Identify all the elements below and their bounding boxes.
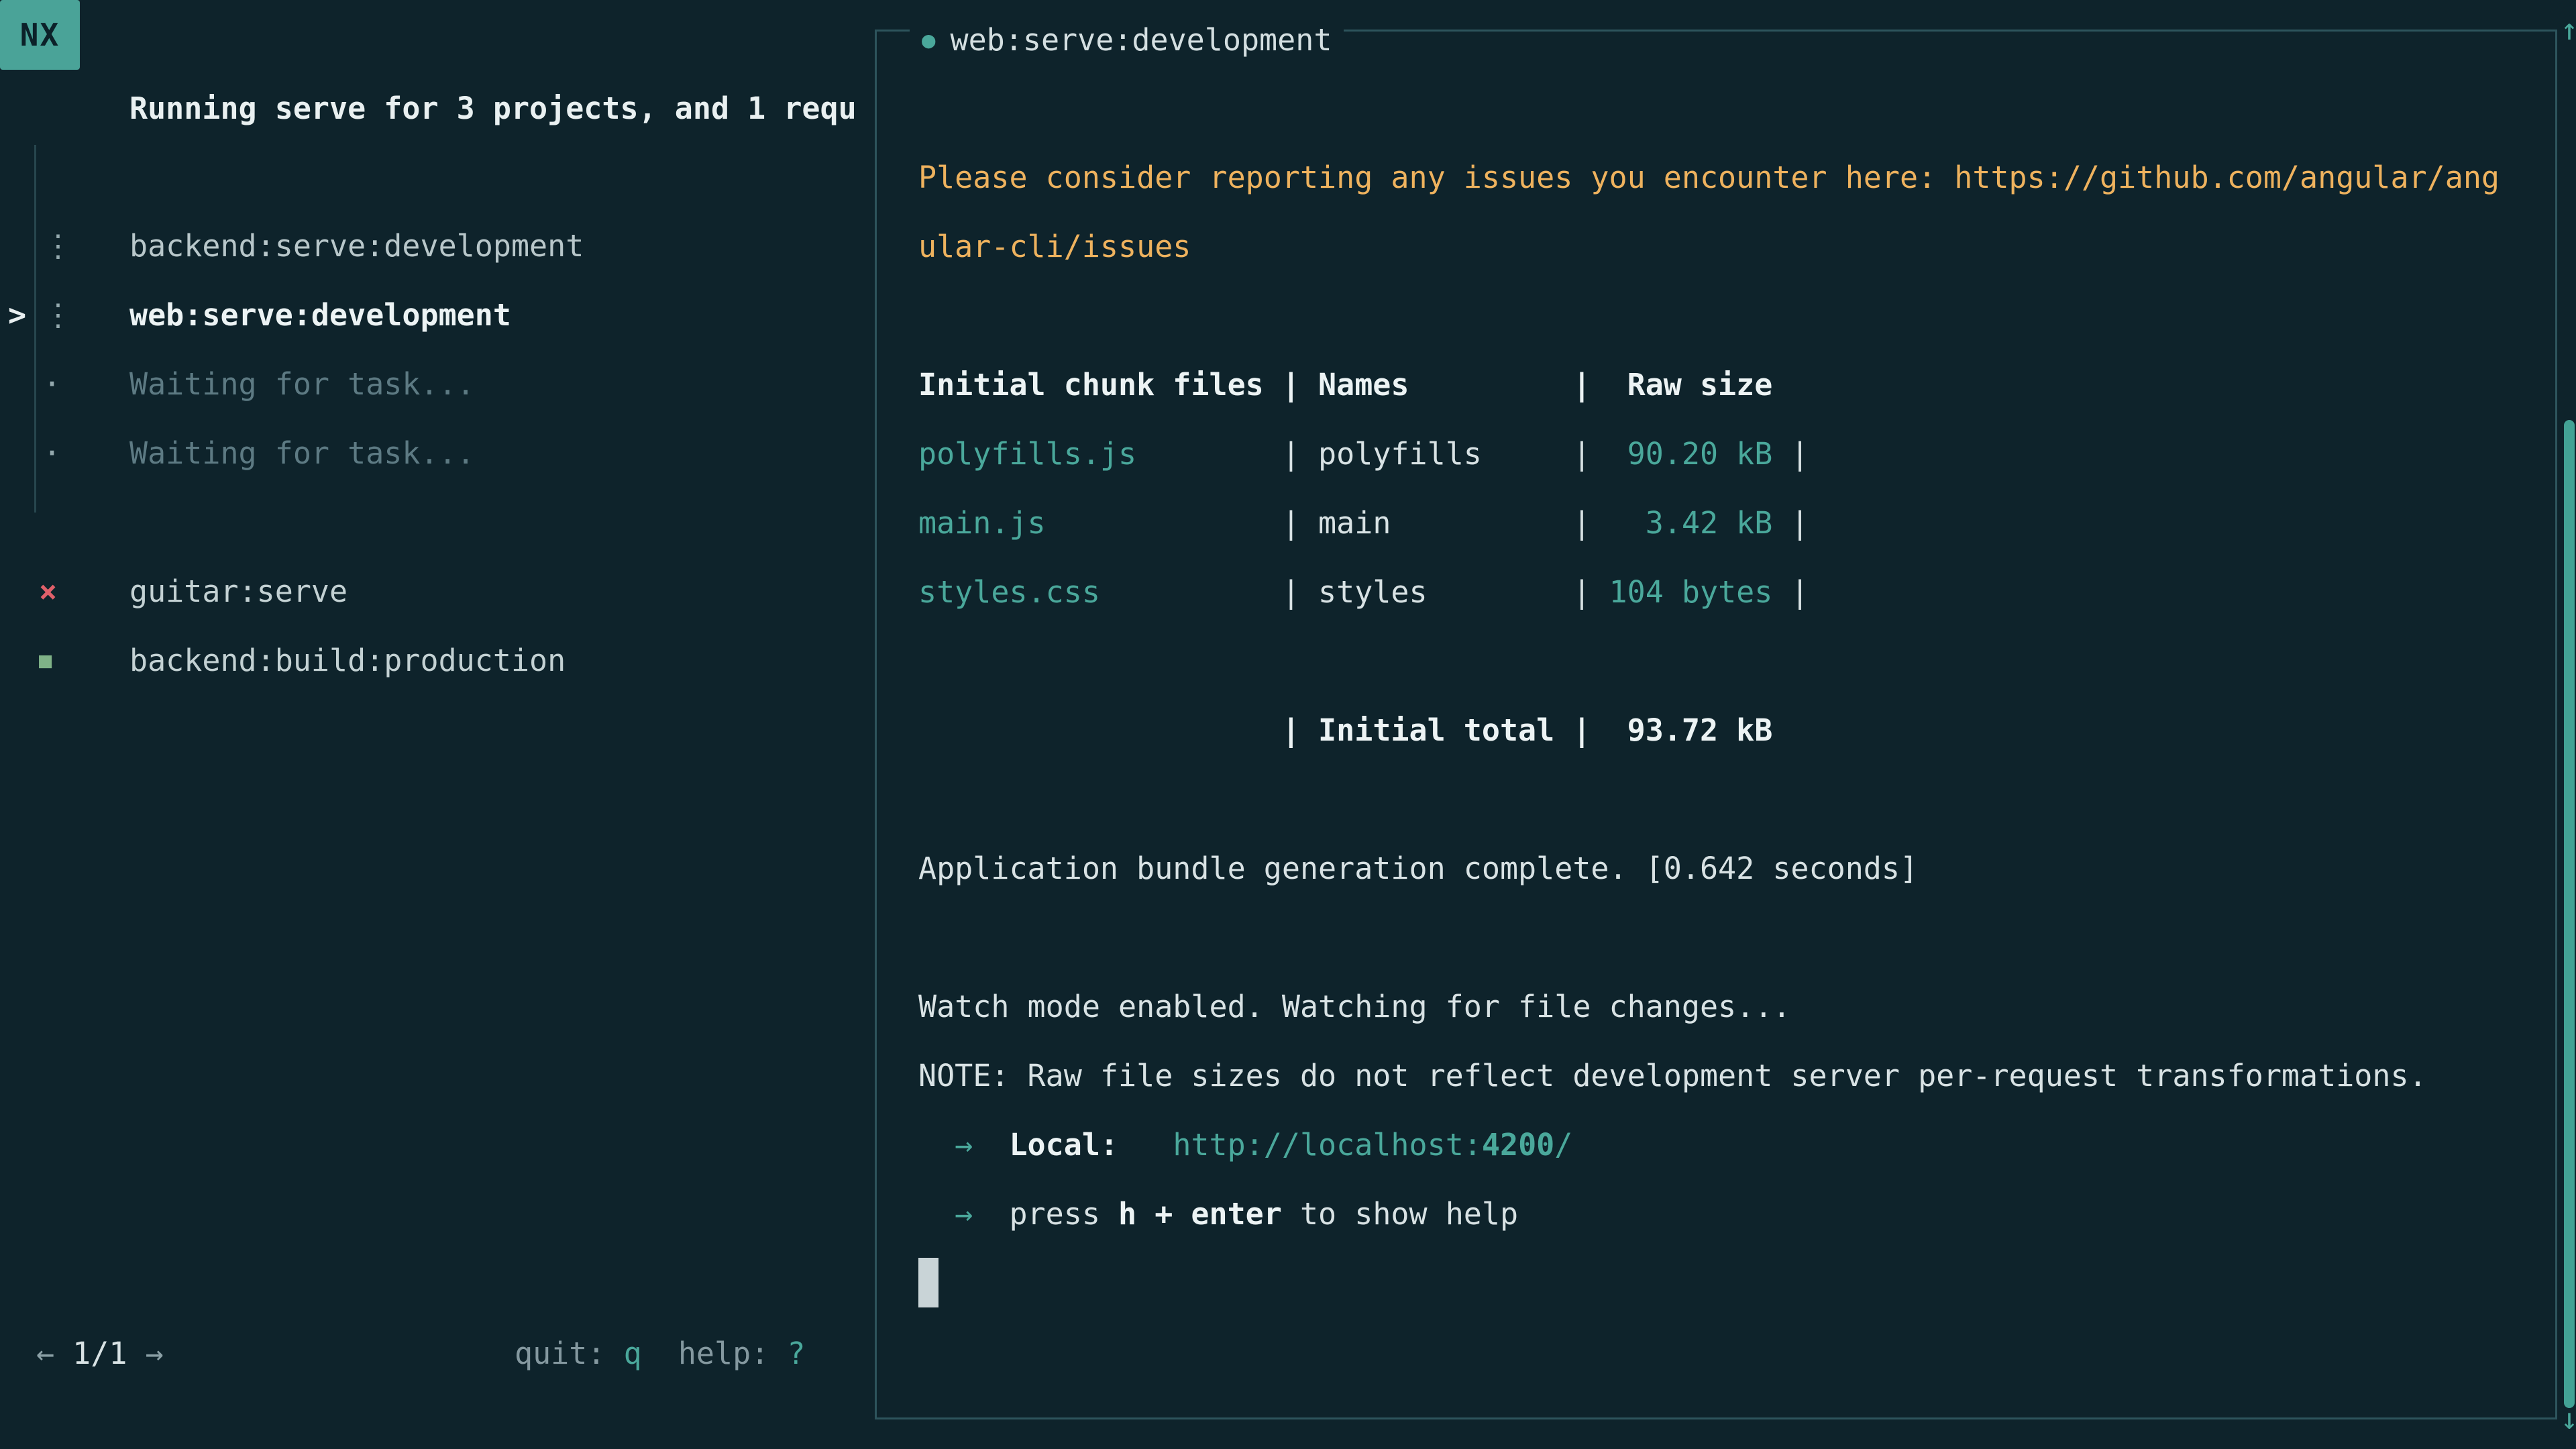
hotkey-hints: quit: q help: ?	[515, 1319, 806, 1388]
issue-report-notice-line-2[interactable]: ular-cli/issues	[918, 212, 2548, 281]
chunk-file-name: polyfills.js	[918, 436, 1282, 472]
terminal-output: Please consider reporting any issues you…	[918, 143, 2548, 1318]
initial-total-row: | Initial total | 93.72 kB	[918, 696, 2548, 765]
task-label: Waiting for task...	[129, 419, 475, 488]
help-press-text: press	[1009, 1196, 1118, 1232]
terminal-title-text: web:serve:development	[950, 22, 1332, 58]
terminal-panel-title: ● web:serve:development	[910, 17, 1344, 59]
chunk-table-row-main: main.js | main | 3.42 kB |	[918, 488, 2548, 557]
bundle-complete-message: Application bundle generation complete. …	[918, 834, 2548, 903]
blank-line	[918, 281, 2548, 350]
table-pad	[918, 712, 1282, 748]
pager-page-indicator: 1/1	[54, 1336, 145, 1371]
issue-report-notice-line-1[interactable]: Please consider reporting any issues you…	[918, 143, 2548, 212]
help-rest-text: to show help	[1282, 1196, 1518, 1232]
local-url-slash: /	[1554, 1127, 1572, 1163]
chunk-raw-size: 104 bytes	[1609, 574, 1773, 610]
chunk-file-name: styles.css	[918, 574, 1282, 610]
raw-size-note: NOTE: Raw file sizes do not reflect deve…	[918, 1041, 2548, 1110]
table-separator: | polyfills |	[1282, 436, 1609, 472]
chunk-table-row-polyfills: polyfills.js | polyfills | 90.20 kB |	[918, 419, 2548, 488]
stopped-square-icon: ■	[39, 626, 52, 695]
task-list: ⋮ backend:serve:development >⋮ web:serve:d…	[0, 211, 872, 488]
nx-logo: NX	[0, 0, 80, 70]
help-hint-line: → press h + enter to show help	[918, 1179, 2548, 1248]
task-label: backend:serve:development	[129, 211, 584, 280]
task-row-backend-serve-development[interactable]: ⋮ backend:serve:development	[0, 211, 872, 280]
table-separator: |	[1772, 505, 1809, 541]
running-dot-icon: ●	[922, 27, 935, 54]
table-separator: | main |	[1282, 505, 1609, 541]
waiting-dot-icon: ·	[43, 419, 61, 488]
task-row-waiting-1[interactable]: · Waiting for task...	[0, 350, 872, 419]
quit-label: quit:	[515, 1336, 624, 1371]
task-row-waiting-2[interactable]: · Waiting for task...	[0, 419, 872, 488]
chunk-table-row-styles: styles.css | styles | 104 bytes |	[918, 557, 2548, 627]
prompt-arrow-icon: →	[918, 1127, 1009, 1163]
help-key: ?	[787, 1336, 805, 1371]
task-label: guitar:serve	[129, 557, 347, 626]
task-label: web:serve:development	[129, 280, 511, 350]
pager: ← 1/1 →	[36, 1319, 164, 1388]
initial-total-text: | Initial total | 93.72 kB	[1282, 712, 1773, 748]
table-separator: |	[1772, 436, 1809, 472]
task-row-guitar-serve[interactable]: × guitar:serve	[0, 557, 872, 626]
scroll-down-icon[interactable]: ↓	[2556, 1396, 2576, 1443]
pager-right-arrow[interactable]: →	[146, 1336, 164, 1371]
blank-line	[918, 903, 2548, 972]
terminal-cursor	[918, 1258, 938, 1307]
prompt-arrow-icon: →	[918, 1196, 1009, 1232]
selected-arrow-icon: >	[8, 280, 26, 350]
sidebar-title: Running serve for 3 projects, and 1 requ	[129, 74, 871, 143]
pager-left-arrow[interactable]: ←	[36, 1336, 54, 1371]
hotkey-separator	[642, 1336, 678, 1371]
task-row-backend-build-production[interactable]: ■ backend:build:production	[0, 626, 872, 695]
task-label: backend:build:production	[129, 626, 566, 695]
scroll-up-icon[interactable]: ↑	[2556, 7, 2576, 54]
local-url-port: 4200	[1482, 1127, 1554, 1163]
scrollbar-thumb[interactable]	[2564, 420, 2575, 1408]
blank-line	[918, 765, 2548, 834]
failed-x-icon: ×	[39, 557, 57, 626]
help-keys-text: h + enter	[1118, 1196, 1282, 1232]
table-separator: |	[1772, 574, 1809, 610]
nx-tui-screen: NX Running serve for 3 projects, and 1 r…	[0, 0, 2576, 1449]
chunk-raw-size: 3.42 kB	[1609, 505, 1773, 541]
chunk-file-name: main.js	[918, 505, 1282, 541]
table-separator: | styles |	[1282, 574, 1609, 610]
help-label: help:	[678, 1336, 788, 1371]
chunk-raw-size: 90.20 kB	[1609, 436, 1773, 472]
task-row-web-serve-development[interactable]: >⋮ web:serve:development	[0, 280, 872, 350]
spinner-icon: ⋮	[43, 280, 73, 350]
cursor-line	[918, 1248, 2548, 1318]
waiting-dot-icon: ·	[43, 350, 61, 419]
local-url[interactable]: http://localhost:4200/	[1173, 1127, 1572, 1163]
local-server-line: → Local: http://localhost:4200/	[918, 1110, 2548, 1179]
local-label: Local:	[1009, 1127, 1173, 1163]
blank-line	[918, 627, 2548, 696]
quit-key: q	[624, 1336, 642, 1371]
local-url-host: http://localhost:	[1173, 1127, 1482, 1163]
stopped-task-list: × guitar:serve ■ backend:build:production	[0, 557, 872, 695]
chunk-table-header: Initial chunk files | Names | Raw size	[918, 350, 2548, 419]
watch-mode-message: Watch mode enabled. Watching for file ch…	[918, 972, 2548, 1041]
spinner-icon: ⋮	[43, 211, 73, 280]
task-label: Waiting for task...	[129, 350, 475, 419]
